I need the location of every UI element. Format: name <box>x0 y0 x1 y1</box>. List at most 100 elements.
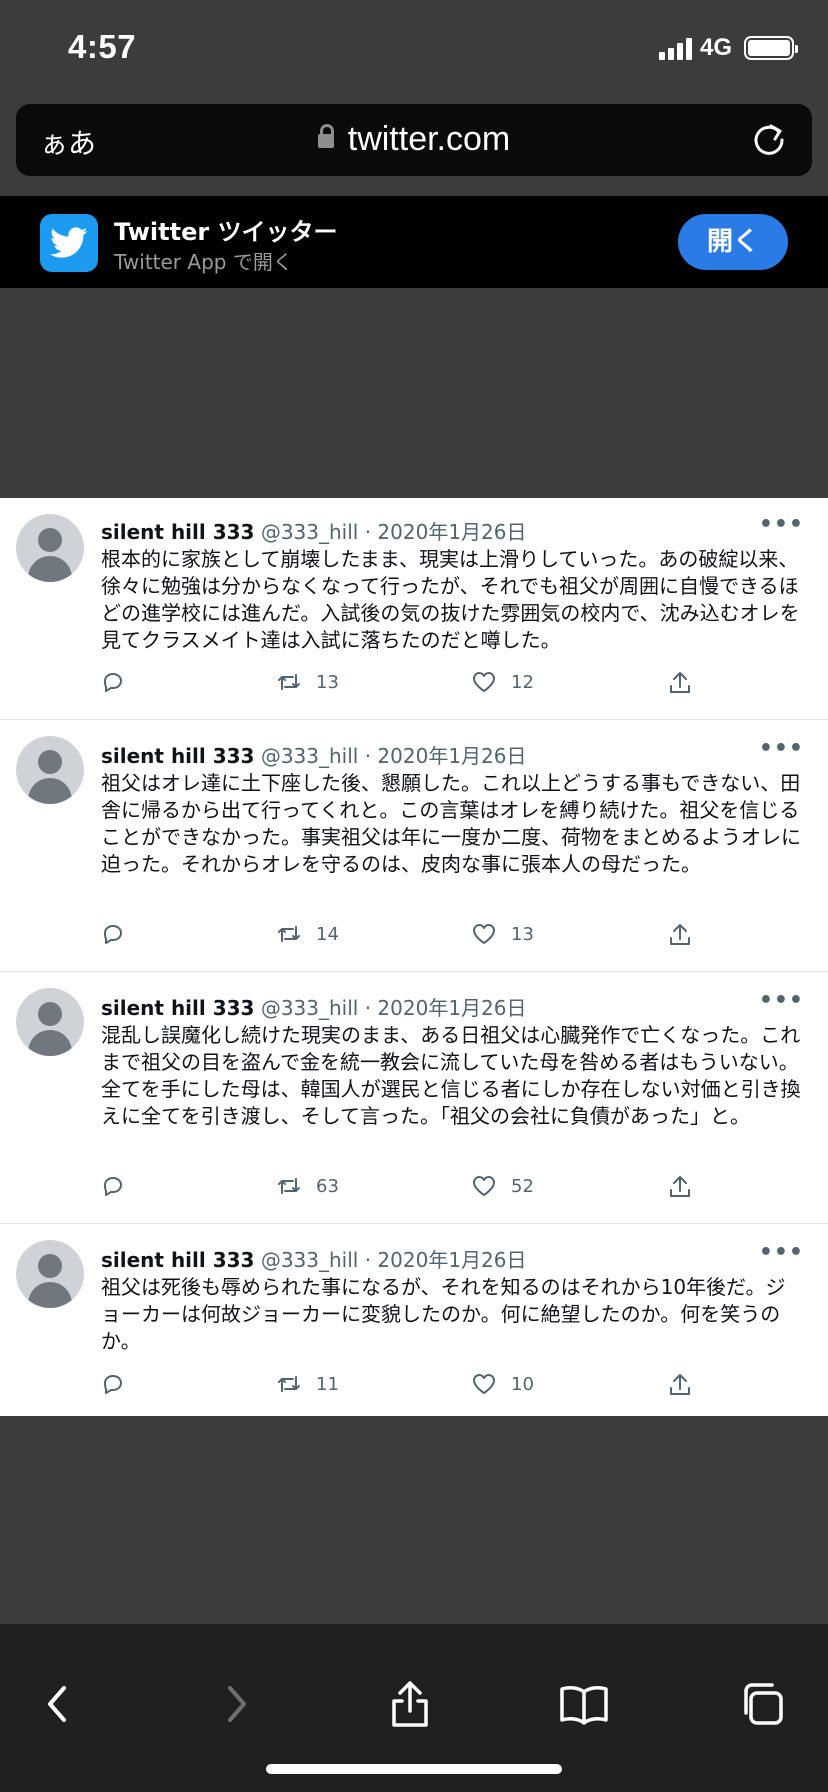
tweet-meta: silent hill 333 @333_hill · 2020年1月26日 <box>101 1244 527 1273</box>
share-icon <box>670 924 690 945</box>
more-icon[interactable]: ••• <box>759 736 804 761</box>
book-icon <box>560 1686 608 1725</box>
reply-icon <box>104 925 122 944</box>
handle-date: @333_hill · 2020年1月26日 <box>260 520 527 544</box>
like-button[interactable]: 10 <box>471 1372 534 1396</box>
share-button[interactable] <box>667 1174 693 1200</box>
tweet[interactable]: silent hill 333 @333_hill · 2020年1月26日 •… <box>0 498 828 720</box>
tabs-button[interactable] <box>734 1676 790 1732</box>
tweet-text: 混乱し誤魔化し続けた現実のまま、ある日祖父は心臓発作で亡くなった。これまで祖父の… <box>101 1023 801 1128</box>
reply-button[interactable] <box>101 670 125 694</box>
like-button[interactable]: 52 <box>471 1174 534 1198</box>
share-button[interactable] <box>667 670 693 696</box>
status-time: 4:57 <box>68 28 137 65</box>
status-indicators: 4G <box>658 34 798 62</box>
forward-button[interactable] <box>208 1676 264 1732</box>
reply-icon <box>104 673 122 692</box>
retweet-icon <box>278 1178 300 1194</box>
tweet-text: 根本的に家族として崩壊したまま、現実は上滑りしていった。あの破綻以来、徐々に勉強… <box>101 547 800 652</box>
more-icon[interactable]: ••• <box>759 512 804 537</box>
author-name[interactable]: silent hill 333 <box>101 1248 254 1272</box>
retweet-count: 11 <box>316 1373 339 1395</box>
retweet-button[interactable]: 13 <box>276 670 339 694</box>
retweet-count: 14 <box>316 923 339 945</box>
bookmarks-button[interactable] <box>556 1676 612 1732</box>
like-count: 52 <box>511 1175 534 1197</box>
more-icon[interactable]: ••• <box>759 988 804 1013</box>
avatar[interactable] <box>16 1240 84 1308</box>
reply-button[interactable] <box>101 1174 125 1198</box>
handle-date: @333_hill · 2020年1月26日 <box>260 996 527 1020</box>
share-button[interactable] <box>667 1372 693 1398</box>
tabs-icon <box>744 1683 783 1725</box>
tweet-meta: silent hill 333 @333_hill · 2020年1月26日 <box>101 992 527 1021</box>
lock-icon <box>317 124 334 148</box>
open-app-button[interactable]: 開く <box>678 214 788 270</box>
network-type: 4G <box>699 34 732 61</box>
retweet-count: 13 <box>316 671 339 693</box>
like-count: 13 <box>511 923 534 945</box>
reply-icon <box>104 1177 122 1196</box>
tweet-meta: silent hill 333 @333_hill · 2020年1月26日 <box>101 740 527 769</box>
retweet-button[interactable]: 63 <box>276 1174 339 1198</box>
share-icon <box>670 672 690 693</box>
share-icon <box>670 1374 690 1395</box>
back-button[interactable] <box>30 1676 86 1732</box>
battery-icon <box>744 36 798 60</box>
avatar[interactable] <box>16 988 84 1056</box>
handle-date: @333_hill · 2020年1月26日 <box>260 744 527 768</box>
tweet[interactable]: silent hill 333 @333_hill · 2020年1月26日 •… <box>0 1224 828 1416</box>
retweet-icon <box>278 926 300 942</box>
app-banner: Twitter ツイッター Twitter App で開く 開く <box>0 196 828 288</box>
retweet-count: 63 <box>316 1175 339 1197</box>
reload-icon[interactable] <box>750 120 788 158</box>
home-indicator[interactable] <box>266 1764 562 1774</box>
tweet-text: 祖父はオレ達に土下座した後、懇願した。これ以上どうする事もできない、田舎に帰るか… <box>101 771 801 876</box>
domain-text: twitter.com <box>347 120 511 158</box>
retweet-button[interactable]: 11 <box>276 1372 339 1396</box>
tweet-list: silent hill 333 @333_hill · 2020年1月26日 •… <box>0 498 828 1416</box>
tweet[interactable]: silent hill 333 @333_hill · 2020年1月26日 •… <box>0 972 828 1224</box>
tweet-actions: 63 52 <box>101 1174 741 1204</box>
tweet-actions: 14 13 <box>101 922 741 952</box>
like-button[interactable]: 13 <box>471 922 534 946</box>
retweet-button[interactable]: 14 <box>276 922 339 946</box>
like-count: 12 <box>511 671 534 693</box>
status-bar: 4:57 4G <box>0 0 828 100</box>
author-name[interactable]: silent hill 333 <box>101 744 254 768</box>
share-button[interactable] <box>667 922 693 948</box>
heart-icon <box>473 1374 495 1394</box>
url-display[interactable]: twitter.com <box>16 120 812 159</box>
avatar[interactable] <box>16 736 84 804</box>
heart-icon <box>473 672 495 692</box>
reply-icon <box>104 1375 122 1394</box>
signal-icon <box>658 36 692 60</box>
retweet-icon <box>278 1376 300 1392</box>
twitter-logo-icon <box>40 214 98 272</box>
chevron-left-icon <box>48 1686 66 1722</box>
author-name[interactable]: silent hill 333 <box>101 520 254 544</box>
heart-icon <box>473 1176 495 1196</box>
tweet-text: 祖父は死後も辱められた事になるが、それを知るのはそれから10年後だ。ジョーカーは… <box>101 1275 786 1353</box>
app-title: Twitter ツイッター <box>114 218 338 246</box>
share-icon <box>392 1681 428 1727</box>
tweet[interactable]: silent hill 333 @333_hill · 2020年1月26日 •… <box>0 720 828 972</box>
more-icon[interactable]: ••• <box>759 1240 804 1265</box>
app-subtitle: Twitter App で開く <box>114 250 293 274</box>
reply-button[interactable] <box>101 922 125 946</box>
chevron-right-icon <box>228 1686 246 1722</box>
tweet-actions: 11 10 <box>101 1372 741 1402</box>
handle-date: @333_hill · 2020年1月26日 <box>260 1248 527 1272</box>
author-name[interactable]: silent hill 333 <box>101 996 254 1020</box>
reply-button[interactable] <box>101 1372 125 1396</box>
tweet-actions: 13 12 <box>101 670 741 700</box>
address-bar[interactable]: ぁあ twitter.com <box>16 104 812 176</box>
share-page-button[interactable] <box>382 1676 438 1732</box>
avatar[interactable] <box>16 514 84 582</box>
share-icon <box>670 1176 690 1197</box>
like-button[interactable]: 12 <box>471 670 534 694</box>
heart-icon <box>473 924 495 944</box>
like-count: 10 <box>511 1373 534 1395</box>
retweet-icon <box>278 674 300 690</box>
tweet-meta: silent hill 333 @333_hill · 2020年1月26日 <box>101 516 527 545</box>
